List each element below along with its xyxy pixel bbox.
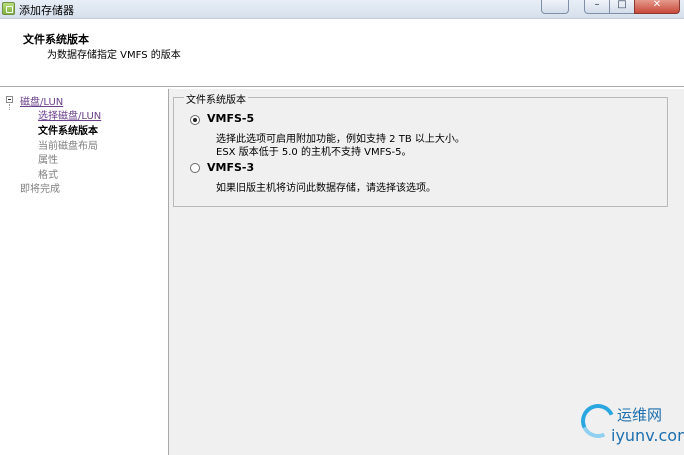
app-icon bbox=[2, 2, 15, 15]
nav-item-fs-version: 文件系统版本 bbox=[38, 126, 98, 137]
tree-line bbox=[9, 104, 10, 110]
nav-item-disk-layout: 当前磁盘布局 bbox=[38, 141, 98, 152]
fs-version-group: 文件系统版本 VMFS-5 选择此选项可启用附加功能，例如支持 2 TB 以上大… bbox=[173, 91, 668, 207]
collapse-icon[interactable] bbox=[6, 96, 13, 103]
vmfs5-label[interactable]: VMFS-5 bbox=[207, 112, 254, 125]
page-title: 文件系统版本 bbox=[23, 33, 89, 46]
vmfs5-desc-2: ESX 版本低于 5.0 的主机不支持 VMFS-5。 bbox=[216, 147, 412, 158]
title-bar: 添加存储器 – □ ✕ bbox=[0, 0, 684, 19]
watermark-en: iyunv.com bbox=[611, 426, 684, 445]
help-button[interactable] bbox=[541, 0, 569, 14]
nav-item-properties: 属性 bbox=[38, 155, 58, 166]
nav-item-disk-lun[interactable]: 磁盘/LUN bbox=[20, 93, 63, 108]
wizard-nav: 磁盘/LUN 选择磁盘/LUN 文件系统版本 当前磁盘布局 属性 格式 即将完成 bbox=[0, 89, 169, 455]
page-subtitle: 为数据存储指定 VMFS 的版本 bbox=[47, 50, 181, 61]
wizard-header: 文件系统版本 为数据存储指定 VMFS 的版本 bbox=[0, 19, 684, 87]
nav-item-select-disk[interactable]: 选择磁盘/LUN bbox=[38, 107, 101, 122]
nav-item-format: 格式 bbox=[38, 170, 58, 181]
maximize-button[interactable]: □ bbox=[609, 0, 635, 14]
nav-item-ready-to-complete: 即将完成 bbox=[20, 184, 60, 195]
vmfs5-radio[interactable] bbox=[190, 115, 200, 125]
vmfs3-desc-1: 如果旧版主机将访问此数据存储，请选择该选项。 bbox=[216, 183, 436, 194]
close-button[interactable]: ✕ bbox=[634, 0, 680, 14]
vmfs3-radio[interactable] bbox=[190, 163, 200, 173]
vmfs3-label[interactable]: VMFS-3 bbox=[207, 161, 254, 174]
window-title: 添加存储器 bbox=[19, 4, 74, 17]
group-title: 文件系统版本 bbox=[184, 91, 248, 106]
watermark-cn: 运维网 bbox=[617, 406, 663, 424]
minimize-button[interactable]: – bbox=[584, 0, 610, 14]
watermark: 运维网 iyunv.com bbox=[576, 399, 684, 455]
